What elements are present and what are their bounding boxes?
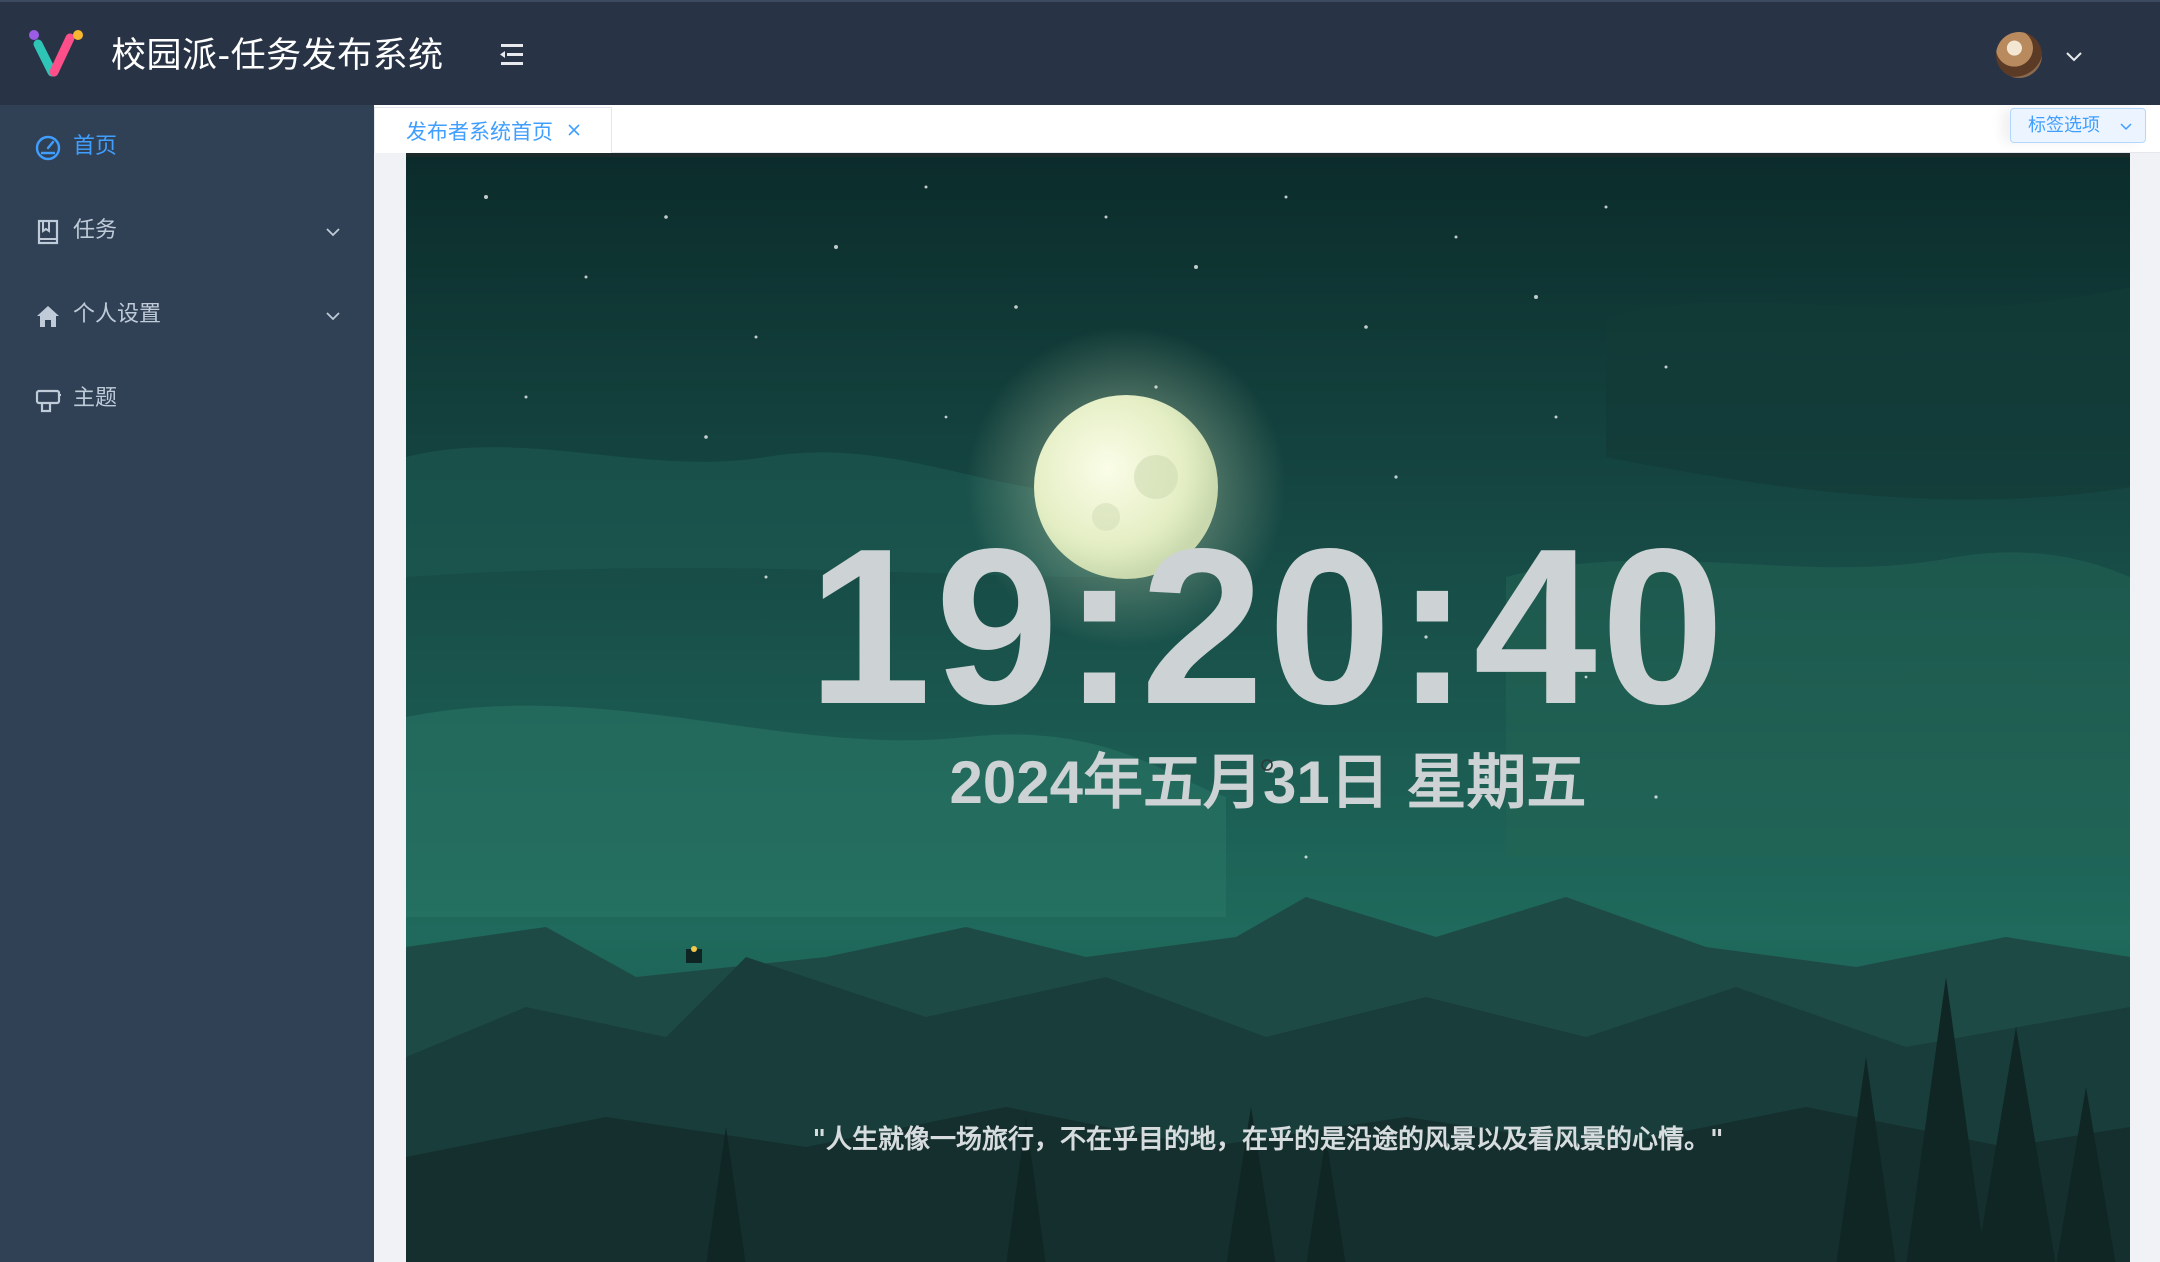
sidebar-item-theme[interactable]: 主题 [0,357,374,441]
mouse-cursor-icon [1261,759,1273,771]
app-title: 校园派-任务发布系统 [111,36,444,76]
chevron-down-icon [2120,123,2132,131]
sidebar-item-label: 个人设置 [73,302,162,327]
close-icon[interactable] [566,122,582,138]
chevron-down-icon[interactable] [2063,45,2085,67]
dashboard-icon [35,135,61,161]
book-icon [37,219,59,245]
tab-options-dropdown[interactable]: 标签选项 [2010,108,2146,143]
tab-options-label: 标签选项 [2028,115,2100,136]
sidebar-item-tasks[interactable]: 任务 [0,189,374,273]
home-clock-panel: 19:20:40 2024年五月31日 星期五 "人生就像一场旅行，不在乎目的地… [406,153,2130,1262]
sidebar-item-label: 首页 [73,134,118,159]
sidebar-item-personal-settings[interactable]: 个人设置 [0,273,374,357]
home-icon [37,306,59,327]
top-header: 校园派-任务发布系统 [0,0,2160,105]
sidebar-item-label: 主题 [73,386,118,411]
tab-publisher-home[interactable]: 发布者系统首页 [374,107,612,153]
motto-quote: "人生就像一场旅行，不在乎目的地，在乎的是沿途的风景以及看风景的心情。" [812,1125,1724,1155]
sidebar-item-home[interactable]: 首页 [0,105,374,189]
sidebar-item-label: 任务 [73,218,118,243]
menu-fold-icon[interactable] [493,38,531,72]
app-logo-icon [29,30,83,77]
chevron-down-icon [326,312,340,321]
sidebar: 首页 任务 个人设置 主题 [0,105,374,1262]
clock-time: 19:20:40 [807,503,1729,751]
tags-view-bar: 发布者系统首页 标签选项 [374,105,2160,153]
chevron-down-icon [326,228,340,237]
theme-icon [35,389,61,413]
tab-label: 发布者系统首页 [406,120,553,144]
user-avatar[interactable] [1996,32,2042,78]
